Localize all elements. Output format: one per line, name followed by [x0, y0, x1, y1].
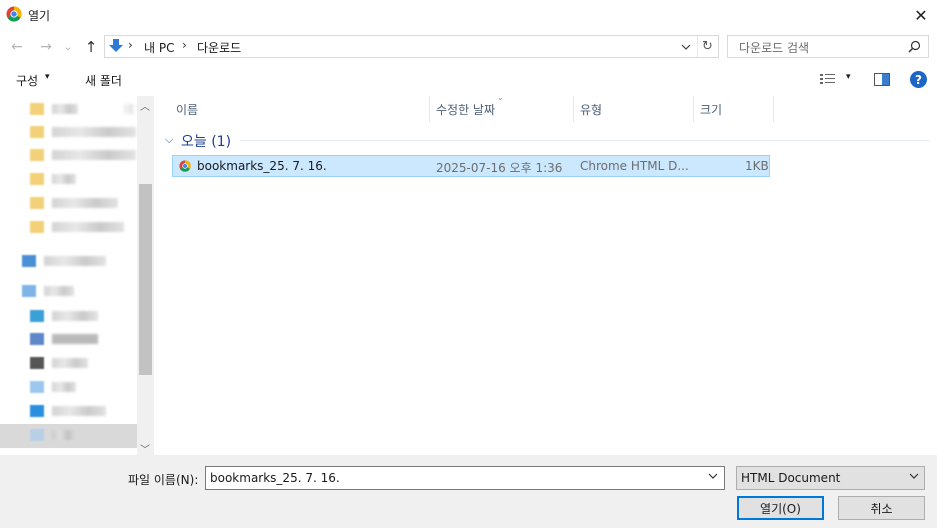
view-chevron-icon[interactable]: ▾ — [846, 72, 851, 82]
chrome-html-file-icon — [179, 160, 191, 172]
column-header-name[interactable]: 이름 — [176, 101, 198, 118]
breadcrumb-downloads[interactable]: 다운로드 — [197, 39, 241, 56]
file-type: Chrome HTML D... — [580, 159, 689, 173]
breadcrumb-separator: › — [128, 38, 133, 52]
tree-item[interactable] — [30, 307, 98, 325]
file-date: 2025-07-16 오후 1:36 — [436, 161, 563, 175]
chrome-icon — [6, 6, 22, 22]
column-divider[interactable] — [693, 96, 694, 122]
tree-item[interactable] — [22, 282, 74, 300]
open-file-dialog: 열기 ✕ ← → ⌄ ↑ › 내 PC › 다운로드 ↻ 다운로드 검색 구성 … — [0, 0, 937, 528]
help-icon[interactable]: ? — [910, 71, 927, 88]
tree-item[interactable] — [30, 426, 76, 444]
file-list[interactable] — [157, 96, 937, 455]
breadcrumb-this-pc[interactable]: 내 PC — [144, 39, 174, 56]
back-arrow-icon[interactable]: ← — [8, 37, 26, 57]
tree-item[interactable] — [30, 123, 136, 141]
filetype-select[interactable]: HTML Document — [736, 466, 925, 490]
column-header-type[interactable]: 유형 — [580, 101, 602, 118]
column-divider[interactable] — [573, 96, 574, 122]
window-title: 열기 — [28, 9, 51, 23]
tree-item[interactable] — [30, 194, 118, 212]
title-bar — [0, 0, 937, 30]
tree-item[interactable] — [30, 170, 76, 188]
group-header-today[interactable]: 오늘 (1) — [181, 131, 231, 151]
address-dropdown-icon[interactable] — [678, 36, 694, 57]
download-folder-icon — [109, 39, 123, 52]
filename-input[interactable]: bookmarks_25. 7. 16. — [205, 466, 725, 490]
tree-item[interactable] — [30, 354, 88, 372]
up-arrow-icon[interactable]: ↑ — [82, 37, 100, 57]
forward-arrow-icon[interactable]: → — [37, 37, 55, 57]
refresh-icon[interactable]: ↻ — [697, 36, 717, 57]
tree-item[interactable] — [30, 218, 124, 236]
chevron-down-icon[interactable]: ▾ — [45, 72, 50, 82]
view-options-icon[interactable] — [820, 73, 838, 86]
navigation-pane[interactable] — [0, 96, 154, 455]
tree-item[interactable] — [30, 330, 98, 348]
close-icon[interactable]: ✕ — [905, 0, 937, 30]
file-name[interactable]: bookmarks_25. 7. 16. — [197, 159, 327, 173]
organize-button[interactable]: 구성 — [16, 72, 38, 89]
column-header-size[interactable]: 크기 — [700, 101, 722, 118]
scroll-down-icon[interactable]: ﹀ — [140, 441, 150, 456]
recent-locations-icon[interactable]: ⌄ — [62, 37, 74, 57]
tree-item[interactable] — [30, 378, 76, 396]
column-divider[interactable] — [773, 96, 774, 122]
filetype-dropdown-icon[interactable] — [909, 471, 919, 482]
new-folder-button[interactable]: 새 폴더 — [85, 72, 122, 89]
command-bar — [0, 64, 937, 94]
search-icon[interactable] — [908, 40, 921, 53]
tree-item[interactable] — [30, 402, 106, 420]
search-placeholder: 다운로드 검색 — [739, 41, 810, 55]
scrollbar-thumb[interactable] — [139, 184, 152, 375]
filename-label: 파일 이름(N): — [128, 473, 199, 487]
group-divider — [240, 140, 930, 141]
cancel-button[interactable]: 취소 — [838, 496, 925, 520]
file-size: 1KB — [745, 159, 769, 173]
column-divider[interactable] — [429, 96, 430, 122]
scroll-up-icon[interactable]: ︿ — [140, 98, 150, 113]
tree-item[interactable] — [30, 100, 134, 118]
column-header-date[interactable]: 수정한 날짜 — [436, 101, 495, 118]
open-button[interactable]: 열기(O) — [737, 496, 824, 520]
group-collapse-icon[interactable]: ⌵ — [165, 133, 173, 147]
breadcrumb-separator: › — [182, 38, 187, 52]
filename-dropdown-icon[interactable] — [708, 471, 718, 482]
sort-indicator-icon: ⌄ — [497, 93, 504, 102]
tree-item[interactable] — [30, 146, 136, 164]
preview-pane-icon[interactable] — [874, 73, 890, 86]
tree-item[interactable] — [22, 252, 106, 270]
